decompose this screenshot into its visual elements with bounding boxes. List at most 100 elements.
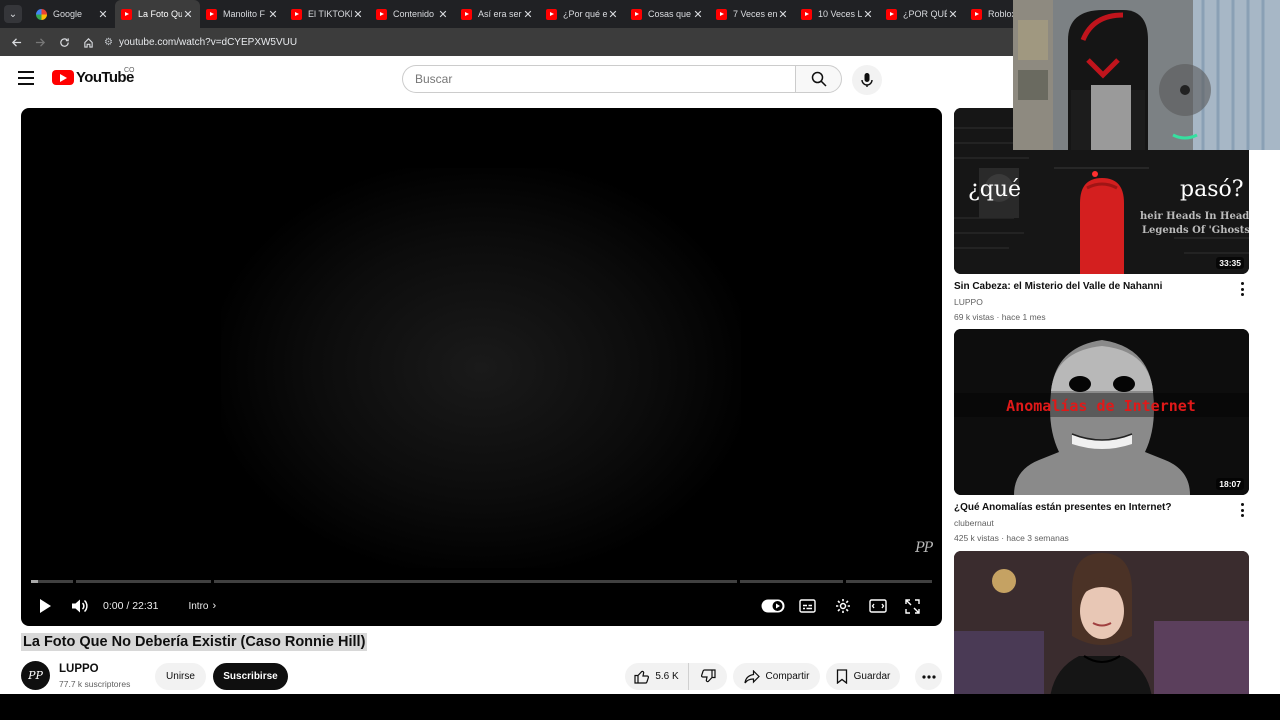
recommendation-meta: 69 k vistas · hace 1 mes: [954, 312, 1046, 322]
player-right-controls: [755, 586, 930, 626]
channel-name[interactable]: LUPPO: [59, 663, 99, 675]
close-tab-icon[interactable]: ✕: [97, 8, 109, 21]
save-label: Guardar: [853, 671, 891, 682]
thumbnail-text: Anomalías de Internet: [1006, 397, 1196, 415]
chapter-title: Intro: [188, 600, 209, 612]
video-player[interactable]: PP 0:00 / 22:31 Intro ›: [21, 108, 942, 626]
chapter-marker: [73, 580, 76, 583]
video-duration: 33:35: [1216, 257, 1244, 269]
tab-label: Así era ser: [478, 9, 522, 19]
subtitles-icon: [799, 599, 816, 613]
recommendation-channel[interactable]: LUPPO: [954, 297, 983, 307]
close-tab-icon[interactable]: ✕: [352, 8, 364, 21]
like-button[interactable]: 5.6 K: [625, 663, 689, 690]
channel-avatar[interactable]: PP: [21, 661, 50, 690]
settings-button[interactable]: [825, 586, 860, 626]
channel-watermark[interactable]: PP: [915, 540, 933, 556]
video-thumbnail[interactable]: [954, 551, 1249, 694]
theater-mode-button[interactable]: [860, 586, 895, 626]
chapter-button[interactable]: Intro ›: [188, 600, 216, 612]
time-display: 0:00 / 22:31: [103, 600, 159, 612]
taskbar-strip: [0, 694, 1280, 720]
browser-tab[interactable]: La Foto Que✕: [115, 0, 200, 28]
browser-tab[interactable]: Cosas que ✕: [625, 0, 710, 28]
progress-fill: [31, 580, 38, 583]
chapter-marker: [737, 580, 740, 583]
thumbnail-art: [954, 551, 1249, 694]
save-button[interactable]: Guardar: [826, 663, 900, 690]
browser-tab[interactable]: 7 Veces en ✕: [710, 0, 795, 28]
recommendation-channel[interactable]: clubernaut: [954, 518, 994, 528]
home-button[interactable]: [76, 30, 100, 54]
back-arrow-icon: [11, 37, 21, 47]
autoplay-toggle-icon: [761, 599, 784, 613]
tab-search-button[interactable]: ⌄: [4, 5, 22, 23]
google-icon: [36, 8, 47, 20]
recommendation-card[interactable]: Anomalías de Internet 18:07 ¿Qué Anomalí…: [954, 329, 1249, 544]
browser-tab[interactable]: Google ✕: [30, 0, 115, 28]
close-tab-icon[interactable]: ✕: [522, 8, 534, 21]
volume-button[interactable]: [62, 586, 97, 626]
close-tab-icon[interactable]: ✕: [182, 8, 194, 21]
play-icon: [39, 599, 51, 613]
tab-label: ¿Por qué e: [563, 9, 607, 19]
more-actions-button[interactable]: [915, 663, 942, 690]
search-bar: [402, 65, 842, 93]
theater-mode-icon: [868, 599, 887, 613]
search-button[interactable]: [795, 65, 842, 93]
youtube-icon: [971, 8, 982, 20]
youtube-icon: [206, 8, 217, 20]
dislike-button[interactable]: [689, 663, 727, 690]
close-tab-icon[interactable]: ✕: [692, 8, 704, 21]
browser-tab[interactable]: ¿Por qué e ✕: [540, 0, 625, 28]
chevron-right-icon: ›: [212, 600, 217, 612]
subtitles-button[interactable]: [790, 586, 825, 626]
back-button[interactable]: [4, 30, 28, 54]
home-icon: [83, 37, 93, 48]
join-button[interactable]: Unirse: [155, 663, 206, 690]
share-button[interactable]: Compartir: [733, 663, 820, 690]
progress-bar[interactable]: [31, 580, 932, 583]
chapter-marker: [211, 580, 214, 583]
browser-tab[interactable]: Así era ser ✕: [455, 0, 540, 28]
autoplay-toggle[interactable]: [755, 586, 790, 626]
youtube-logo[interactable]: YouTube: [52, 69, 134, 86]
search-input[interactable]: [402, 65, 795, 93]
site-settings-icon[interactable]: ⚙: [104, 37, 113, 48]
thumbs-down-icon: [700, 669, 716, 683]
more-vertical-icon[interactable]: [1238, 282, 1246, 296]
close-tab-icon[interactable]: ✕: [267, 8, 279, 21]
voice-search-button[interactable]: [852, 65, 882, 95]
tab-label: 10 Veces L: [818, 9, 862, 19]
browser-tab[interactable]: El TIKTOKE ✕: [285, 0, 370, 28]
recommendation-meta: 425 k vistas · hace 3 semanas: [954, 533, 1069, 543]
thumbnail-text-left: ¿qué: [968, 177, 1021, 202]
close-tab-icon[interactable]: ✕: [947, 8, 959, 21]
reload-button[interactable]: [52, 30, 76, 54]
tab-label: 7 Veces en: [733, 9, 777, 19]
forward-button[interactable]: [28, 30, 52, 54]
youtube-icon: [461, 8, 472, 20]
browser-tab[interactable]: ¿POR QUÉ ✕: [880, 0, 965, 28]
video-thumbnail[interactable]: Anomalías de Internet 18:07: [954, 329, 1249, 495]
menu-icon[interactable]: [18, 71, 34, 85]
browser-tab[interactable]: Manolito F ✕: [200, 0, 285, 28]
browser-tab[interactable]: Contenido ✕: [370, 0, 455, 28]
youtube-icon: [291, 8, 302, 20]
chapter-marker: [843, 580, 846, 583]
youtube-icon: [121, 8, 132, 20]
more-horizontal-icon: [921, 674, 936, 679]
recommendation-title[interactable]: ¿Qué Anomalías están presentes en Intern…: [954, 502, 1224, 513]
fullscreen-button[interactable]: [895, 586, 930, 626]
youtube-icon: [631, 8, 642, 20]
subscribe-button[interactable]: Suscribirse: [213, 663, 288, 690]
recommendation-card[interactable]: [954, 551, 1249, 694]
close-tab-icon[interactable]: ✕: [607, 8, 619, 21]
close-tab-icon[interactable]: ✕: [437, 8, 449, 21]
play-button[interactable]: [27, 586, 62, 626]
browser-tab[interactable]: 10 Veces L ✕: [795, 0, 880, 28]
close-tab-icon[interactable]: ✕: [777, 8, 789, 21]
close-tab-icon[interactable]: ✕: [862, 8, 874, 21]
more-vertical-icon[interactable]: [1238, 503, 1246, 517]
recommendation-title[interactable]: Sin Cabeza: el Misterio del Valle de Nah…: [954, 281, 1224, 292]
